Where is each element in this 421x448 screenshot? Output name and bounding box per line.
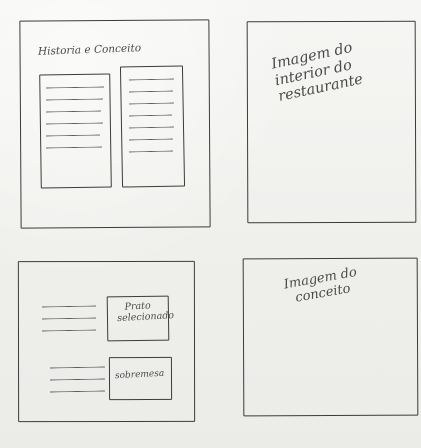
selected-dish-label: Prato selecionado xyxy=(116,300,175,325)
historia-text-column-left xyxy=(39,73,112,189)
